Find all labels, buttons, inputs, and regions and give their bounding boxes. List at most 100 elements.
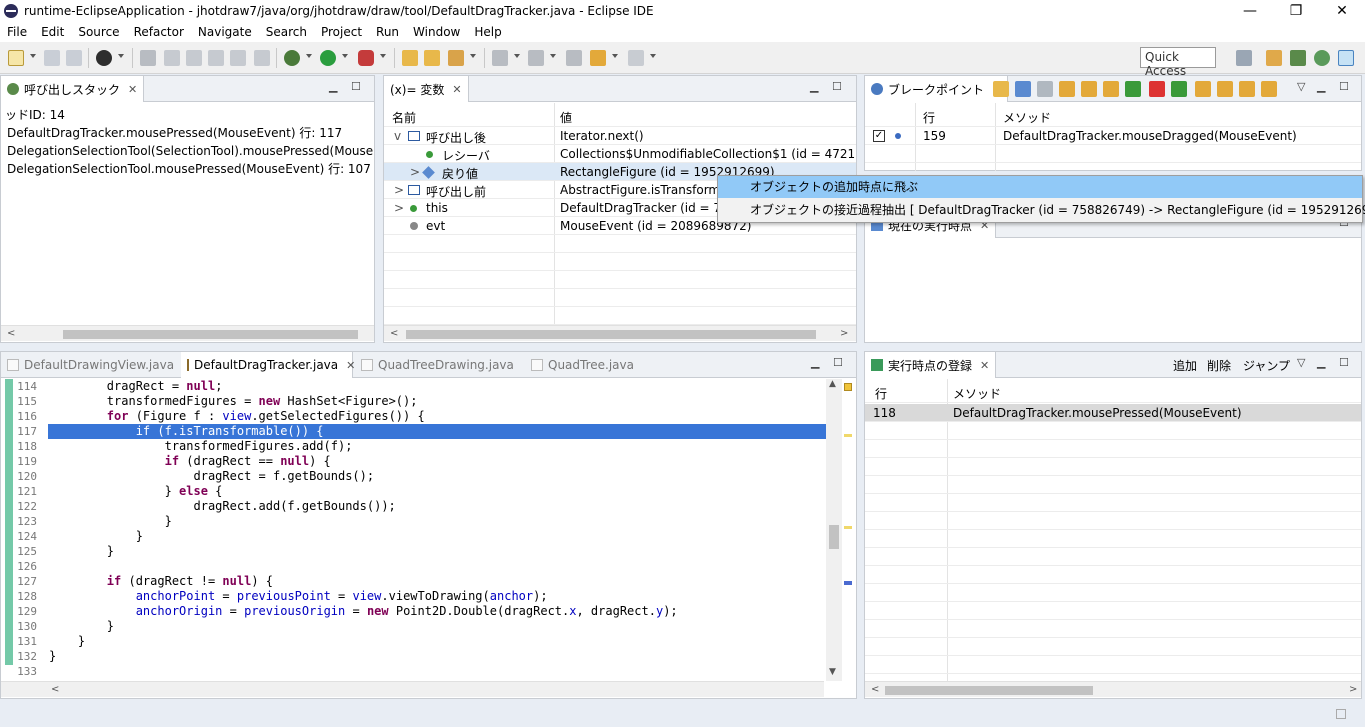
tab-call-stack[interactable]: 呼び出しスタック ✕ xyxy=(1,76,145,102)
stop-icon[interactable] xyxy=(1149,81,1165,97)
jump-button[interactable]: ジャンプ xyxy=(1243,357,1290,374)
open-folder-icon[interactable] xyxy=(424,50,440,66)
save-all-icon[interactable] xyxy=(66,50,82,66)
quick-access-field[interactable]: Quick Access xyxy=(1140,47,1216,78)
delete-button[interactable]: 削除 xyxy=(1207,357,1231,374)
minimize-icon[interactable]: ▁ xyxy=(810,80,818,93)
menu-source[interactable]: Source xyxy=(71,25,126,39)
edit-icon[interactable] xyxy=(164,50,180,66)
minimize-icon[interactable]: ▁ xyxy=(811,356,819,369)
menu-navigate[interactable]: Navigate xyxy=(191,25,259,39)
back-step-icon[interactable] xyxy=(1125,81,1141,97)
menu-window[interactable]: Window xyxy=(406,25,467,39)
menu-file[interactable]: File xyxy=(0,25,34,39)
horizontal-scrollbar[interactable]: < > xyxy=(384,325,856,341)
close-icon[interactable]: ✕ xyxy=(128,83,137,96)
debug-perspective-icon[interactable] xyxy=(1290,50,1306,66)
resume-icon[interactable] xyxy=(1171,81,1187,97)
annotation-icon[interactable] xyxy=(186,50,202,66)
register-icon xyxy=(871,359,883,371)
list-item[interactable]: DefaultDragTracker.mousePressed(MouseEve… xyxy=(1,122,374,140)
close-icon[interactable]: ✕ xyxy=(346,359,355,372)
open-type-icon[interactable] xyxy=(402,50,418,66)
toggle-mark-icon[interactable] xyxy=(140,50,156,66)
close-button[interactable]: ✕ xyxy=(1319,0,1365,22)
table-row[interactable]: 118 DefaultDragTracker.mousePressed(Mous… xyxy=(865,404,1361,422)
table-row[interactable]: ✓ 159 DefaultDragTracker.mouseDragged(Mo… xyxy=(865,127,1361,145)
last-edit-icon[interactable] xyxy=(566,50,582,66)
add-button[interactable]: 追加 xyxy=(1173,357,1197,374)
bug-perspective-icon[interactable] xyxy=(1314,50,1330,66)
horizontal-scrollbar[interactable]: < > xyxy=(865,681,1361,697)
maximize-icon[interactable]: ☐ xyxy=(832,80,842,93)
back-icon[interactable] xyxy=(590,50,606,66)
maximize-icon[interactable]: ☐ xyxy=(351,80,361,93)
restore-button[interactable]: ❐ xyxy=(1273,0,1319,22)
perspective-icon[interactable] xyxy=(1236,50,1252,66)
horizontal-scrollbar[interactable]: < xyxy=(1,681,824,697)
table-row[interactable]: v 呼び出し後 Iterator.next() xyxy=(384,127,856,145)
link-icon[interactable] xyxy=(1015,81,1031,97)
line-number: 116 xyxy=(17,410,37,423)
horizontal-scrollbar[interactable]: < xyxy=(1,325,374,341)
doc-icon[interactable] xyxy=(230,50,246,66)
menu-help[interactable]: Help xyxy=(467,25,508,39)
minimize-icon[interactable]: ▁ xyxy=(1317,356,1325,369)
list-item[interactable]: DelegationSelectionTool(SelectionTool).m… xyxy=(1,140,374,158)
back-icon[interactable] xyxy=(1239,81,1255,97)
tab-default-drag-tracker[interactable]: DefaultDragTracker.java ✕ xyxy=(181,352,355,378)
line-number: 132 xyxy=(17,650,37,663)
tab-quad-tree[interactable]: QuadTree.java xyxy=(525,352,665,378)
next-annotation-icon[interactable] xyxy=(492,50,508,66)
step-return-icon[interactable] xyxy=(1103,81,1119,97)
skip-icon[interactable] xyxy=(1037,81,1053,97)
view-menu-icon[interactable]: ▽ xyxy=(1297,80,1305,93)
block-icon[interactable] xyxy=(208,50,224,66)
new-icon[interactable] xyxy=(8,50,24,66)
close-icon[interactable]: ✕ xyxy=(980,359,989,372)
java-perspective-icon[interactable] xyxy=(1266,50,1282,66)
prev-annotation-icon[interactable] xyxy=(528,50,544,66)
external-tools-icon[interactable] xyxy=(358,50,374,66)
tab-quad-tree-drawing[interactable]: QuadTreeDrawing.java xyxy=(355,352,527,378)
minimize-button[interactable]: — xyxy=(1227,0,1273,22)
tab-default-drawing-view[interactable]: DefaultDrawingView.java xyxy=(1,352,181,378)
code-area[interactable]: dragRect = null; transformedFigures = ne… xyxy=(49,379,825,679)
close-icon[interactable]: ✕ xyxy=(452,83,461,96)
drop-icon[interactable] xyxy=(1195,81,1211,97)
maximize-icon[interactable]: ☐ xyxy=(1339,80,1349,93)
table-row[interactable]: レシーバ Collections$UnmodifiableCollection$… xyxy=(384,145,856,163)
maximize-icon[interactable]: ☐ xyxy=(1339,356,1349,369)
forward-icon[interactable] xyxy=(628,50,644,66)
breakpoint-checkbox[interactable]: ✓ xyxy=(873,130,885,142)
tab-exec-points[interactable]: 実行時点の登録 ✕ xyxy=(865,352,997,378)
run-icon[interactable] xyxy=(320,50,336,66)
menu-run[interactable]: Run xyxy=(369,25,406,39)
pilcrow-icon[interactable] xyxy=(254,50,270,66)
layout-perspective-icon[interactable] xyxy=(1338,50,1354,66)
menu-project[interactable]: Project xyxy=(314,25,369,39)
list-item[interactable]: DelegationSelectionTool.mousePressed(Mou… xyxy=(1,158,374,176)
profile-icon[interactable] xyxy=(96,50,112,66)
tab-variables[interactable]: (x)= 変数 ✕ xyxy=(384,76,469,102)
view-menu-icon[interactable]: ▽ xyxy=(1297,356,1305,369)
maximize-icon[interactable]: ☐ xyxy=(833,356,843,369)
menu-edit[interactable]: Edit xyxy=(34,25,71,39)
minimize-icon[interactable]: ▁ xyxy=(329,80,337,93)
list-item[interactable]: ッドID: 14 xyxy=(1,104,374,122)
folder-icon[interactable] xyxy=(993,81,1009,97)
menu-item-jump-to-add-point[interactable]: オブジェクトの追加時点に飛ぶ xyxy=(718,176,1362,198)
menu-item-extract-approach[interactable]: オブジェクトの接近過程抽出 [ DefaultDragTracker (id =… xyxy=(718,199,1365,221)
wave-icon[interactable] xyxy=(1217,81,1233,97)
debug-icon[interactable] xyxy=(284,50,300,66)
vertical-scrollbar[interactable]: ▲ ▼ xyxy=(826,379,842,681)
step-over-icon[interactable] xyxy=(1081,81,1097,97)
minimize-icon[interactable]: ▁ xyxy=(1317,80,1325,93)
save-icon[interactable] xyxy=(44,50,60,66)
tab-breakpoints[interactable]: ブレークポイント ✕ xyxy=(865,76,1009,102)
search-icon[interactable] xyxy=(448,50,464,66)
step-icon[interactable] xyxy=(1059,81,1075,97)
menu-search[interactable]: Search xyxy=(259,25,314,39)
forward-icon[interactable] xyxy=(1261,81,1277,97)
menu-refactor[interactable]: Refactor xyxy=(127,25,191,39)
